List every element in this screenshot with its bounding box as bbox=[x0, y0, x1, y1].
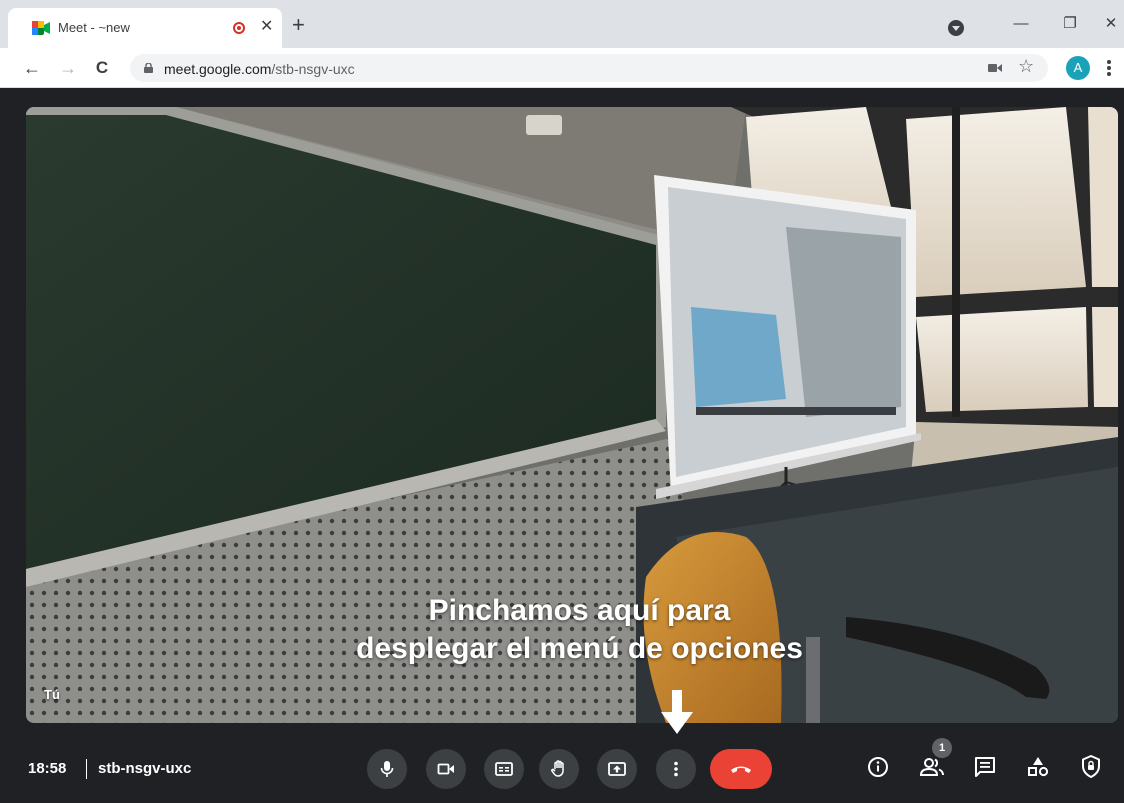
meet-tab[interactable]: Meet - ~new ✕ bbox=[8, 8, 282, 48]
instruction-overlay: Pinchamos aquí para desplegar el menú de… bbox=[26, 592, 1118, 668]
tab-title: Meet - ~new bbox=[58, 20, 130, 35]
url-path: /stb-nsgv-uxc bbox=[271, 61, 355, 77]
more-options-icon bbox=[674, 761, 678, 777]
url-text: meet.google.com/stb-nsgv-uxc bbox=[164, 61, 355, 77]
activities-icon bbox=[1028, 757, 1049, 777]
present-screen-button[interactable] bbox=[597, 749, 637, 789]
camera-button[interactable] bbox=[426, 749, 466, 789]
raise-hand-icon bbox=[551, 760, 564, 777]
meeting-details-icon bbox=[868, 757, 888, 777]
captions-button[interactable] bbox=[484, 749, 524, 789]
activities-button[interactable] bbox=[1024, 753, 1052, 781]
chat-icon bbox=[975, 757, 995, 777]
back-button[interactable]: ← bbox=[20, 56, 44, 80]
profile-avatar[interactable]: A bbox=[1066, 56, 1090, 80]
forward-button[interactable]: → bbox=[56, 56, 80, 80]
overlay-line-1: Pinchamos aquí para bbox=[428, 594, 731, 627]
microphone-button[interactable] bbox=[367, 749, 407, 789]
tab-close-button[interactable]: ✕ bbox=[260, 17, 273, 37]
self-name-label: Tú bbox=[44, 687, 60, 702]
bookmark-star-icon[interactable]: ☆ bbox=[1018, 56, 1034, 77]
microphone-icon bbox=[380, 761, 394, 777]
host-controls-icon bbox=[1082, 755, 1100, 778]
camera-icon bbox=[437, 763, 454, 775]
overlay-line-2: desplegar el menú de opciones bbox=[356, 632, 803, 665]
down-arrow-icon bbox=[661, 690, 693, 734]
raise-hand-button[interactable] bbox=[539, 749, 579, 789]
minimize-button[interactable]: — bbox=[1006, 12, 1036, 36]
lock-icon bbox=[144, 63, 153, 73]
meet-logo-icon bbox=[32, 21, 50, 35]
chat-button[interactable] bbox=[971, 753, 999, 781]
more-options-button[interactable] bbox=[656, 749, 696, 789]
camera-in-use-icon[interactable] bbox=[988, 63, 1002, 73]
present-screen-icon bbox=[608, 762, 626, 776]
hang-up-icon bbox=[731, 766, 751, 773]
restore-button[interactable]: ❐ bbox=[1055, 12, 1085, 36]
tab-strip: Meet - ~new ✕ + — ❐ ✕ bbox=[0, 0, 1124, 48]
captions-icon bbox=[495, 762, 513, 776]
address-bar[interactable]: meet.google.com/stb-nsgv-uxc ☆ bbox=[130, 54, 1048, 82]
window-close-button[interactable]: ✕ bbox=[1096, 12, 1124, 36]
new-tab-button[interactable]: + bbox=[292, 14, 305, 36]
chrome-menu-icon[interactable] bbox=[1104, 56, 1114, 80]
meeting-code: stb-nsgv-uxc bbox=[98, 760, 192, 777]
recording-dot-icon bbox=[233, 22, 245, 34]
participants-count-badge: 1 bbox=[932, 738, 952, 758]
meeting-clock: 18:58 bbox=[28, 760, 67, 777]
reload-button[interactable]: C bbox=[90, 56, 114, 80]
meeting-controls-bar: 18:58 stb-nsgv-uxc 1 bbox=[0, 735, 1124, 803]
browser-toolbar: ← → C meet.google.com/stb-nsgv-uxc ☆ A bbox=[0, 48, 1124, 88]
info-separator bbox=[86, 759, 87, 779]
meeting-details-button[interactable] bbox=[864, 753, 892, 781]
hang-up-button[interactable] bbox=[710, 749, 772, 789]
host-controls-button[interactable] bbox=[1077, 753, 1105, 781]
tab-search-icon[interactable] bbox=[948, 20, 964, 36]
url-domain: meet.google.com bbox=[164, 61, 272, 77]
